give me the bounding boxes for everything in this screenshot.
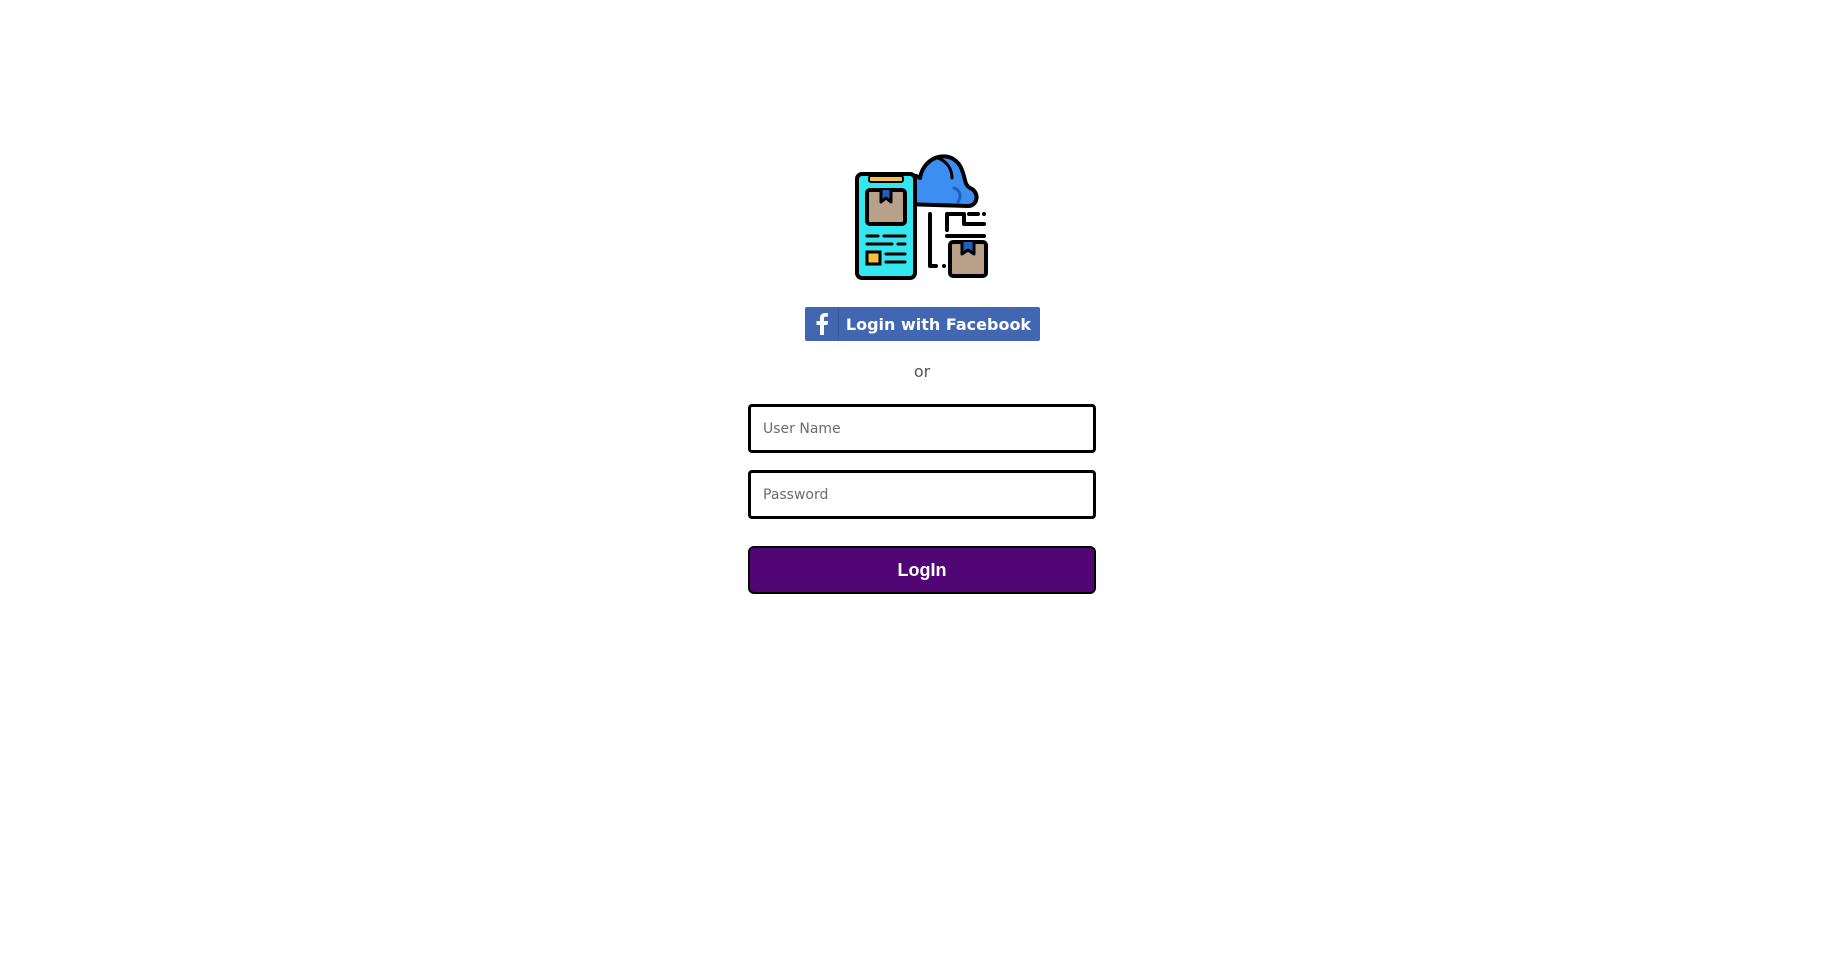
login-page: Login with Facebook or LogIn <box>0 0 1844 961</box>
or-separator: or <box>913 362 931 381</box>
password-input[interactable] <box>748 470 1096 519</box>
facebook-icon <box>805 307 839 341</box>
logistics-app-icon <box>854 144 990 280</box>
username-input[interactable] <box>748 404 1096 453</box>
login-button[interactable]: LogIn <box>748 546 1096 594</box>
facebook-login-button[interactable]: Login with Facebook <box>805 307 1040 341</box>
facebook-login-label: Login with Facebook <box>845 314 1032 334</box>
